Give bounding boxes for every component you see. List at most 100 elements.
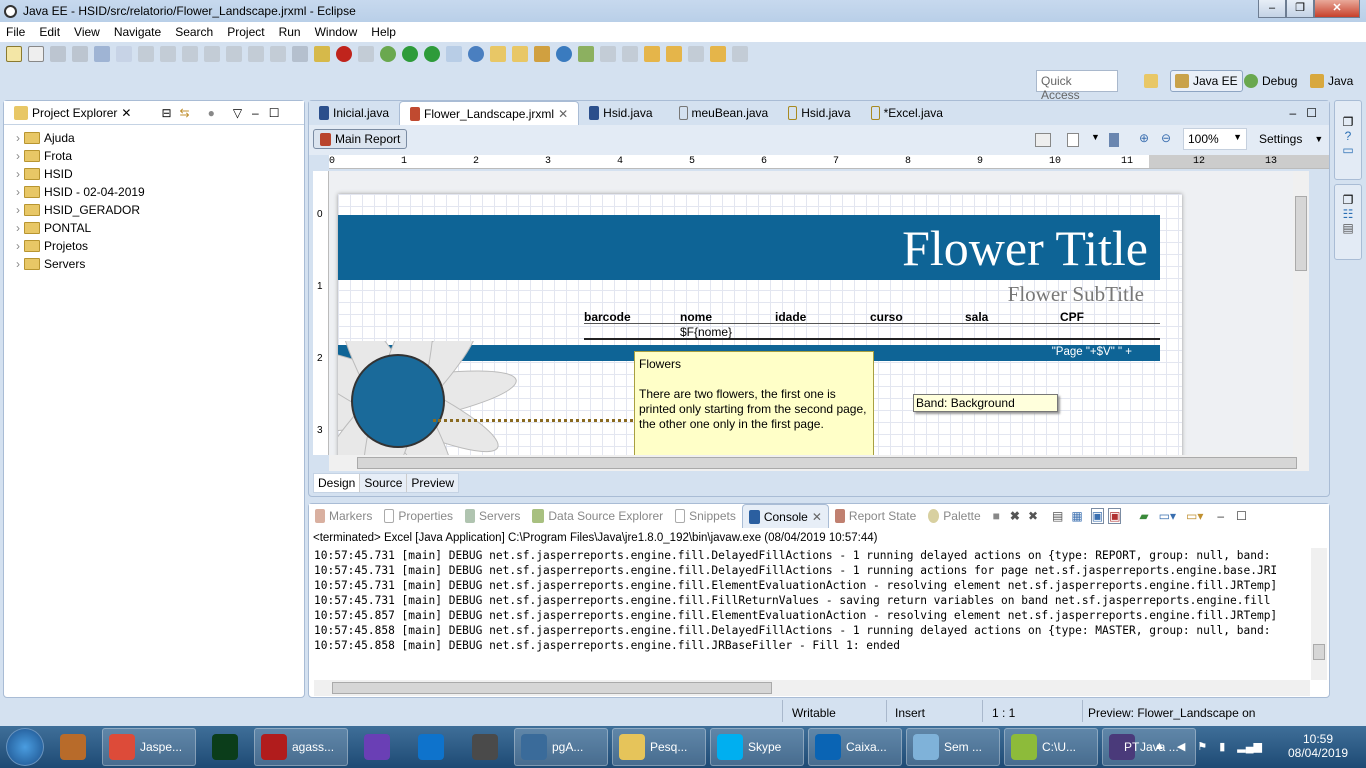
flower-image[interactable] <box>338 341 568 455</box>
new-icon[interactable] <box>6 46 22 62</box>
zoom-in-icon[interactable]: ⊕ <box>1139 131 1149 145</box>
open-perspective-button[interactable] <box>1140 70 1162 92</box>
tab-report-state[interactable]: Report State <box>829 504 922 528</box>
taskbar-item-vs[interactable] <box>352 728 402 766</box>
menu-help[interactable]: Help <box>371 25 396 39</box>
collapse-all-icon[interactable]: ⊟ <box>161 106 171 120</box>
menu-project[interactable]: Project <box>227 25 264 39</box>
report-title[interactable]: Flower Title <box>902 219 1148 277</box>
tab-markers[interactable]: Markers <box>309 504 378 528</box>
expand-arrow-icon[interactable]: › <box>16 221 20 235</box>
taskbar-item-sublime[interactable] <box>460 728 510 766</box>
link-editor-icon[interactable]: ⇆ <box>180 106 190 120</box>
datasource-icon[interactable] <box>1109 133 1119 147</box>
taskbar-item-media[interactable] <box>48 728 98 766</box>
minimize-editor-icon[interactable]: ‒ <box>1290 106 1297 120</box>
menu-navigate[interactable]: Navigate <box>114 25 161 39</box>
main-report-button[interactable]: Main Report <box>313 129 408 149</box>
menu-view[interactable]: View <box>74 25 100 39</box>
tree-item[interactable]: › PONTAL <box>16 219 304 237</box>
minimize-view-icon[interactable]: ‒ <box>252 106 259 120</box>
redo-icon[interactable] <box>732 46 748 62</box>
close-tab-icon[interactable]: ✕ <box>121 101 131 125</box>
column-header-cell[interactable]: nome <box>680 310 712 324</box>
bug-icon[interactable] <box>336 46 352 62</box>
editor-tab[interactable]: Hsid.java <box>579 101 662 125</box>
display-console-icon[interactable]: ▭▾ <box>1159 509 1176 523</box>
new-service-icon[interactable] <box>468 46 484 62</box>
tab-preview[interactable]: Preview <box>407 474 459 492</box>
tree-item[interactable]: › HSID_GERADOR <box>16 201 304 219</box>
debug-icon[interactable] <box>380 46 396 62</box>
restore-icon[interactable]: ❐ <box>1335 115 1361 129</box>
expand-arrow-icon[interactable]: › <box>16 257 20 271</box>
open-console-icon[interactable]: ▭▾ <box>1186 509 1203 523</box>
menu-window[interactable]: Window <box>315 25 358 39</box>
pin-console-icon[interactable]: ▰ <box>1139 509 1148 523</box>
terminate-icon[interactable] <box>182 46 198 62</box>
restore-icon[interactable]: ❐ <box>1335 193 1361 207</box>
console-vertical-scrollbar[interactable] <box>1311 548 1327 680</box>
taskbar-item-folder[interactable]: Pesq... <box>612 728 706 766</box>
flag-icon[interactable]: ⚑ <box>1197 740 1207 753</box>
help-icon[interactable]: ? <box>1335 129 1361 143</box>
outline-icon[interactable]: ▭ <box>1335 143 1361 157</box>
remove-launch-icon[interactable]: ✖ <box>1010 509 1020 523</box>
maximize-view-icon[interactable]: ☐ <box>269 106 280 120</box>
column-header-cell[interactable]: sala <box>965 310 988 324</box>
tree-item[interactable]: › Frota <box>16 147 304 165</box>
expand-arrow-icon[interactable]: › <box>16 167 20 181</box>
menu-edit[interactable]: Edit <box>39 25 60 39</box>
save-icon[interactable] <box>50 46 66 62</box>
volume-icon[interactable]: ◀ <box>1177 740 1185 753</box>
editor-tab[interactable]: Inicial.java <box>309 101 399 125</box>
next-annotation-icon[interactable] <box>600 46 616 62</box>
report-canvas[interactable]: 0 1 2 3 Flower Title Flower SubTitle bar… <box>313 171 1309 455</box>
terminate-icon[interactable]: ■ <box>993 509 1000 523</box>
step-return-icon[interactable] <box>270 46 286 62</box>
language-indicator[interactable]: PT <box>1124 740 1139 754</box>
title-band[interactable]: Flower Title <box>338 215 1160 280</box>
tree-item[interactable]: › Projetos <box>16 237 304 255</box>
tab-servers[interactable]: Servers <box>459 504 526 528</box>
tab-palette[interactable]: Palette <box>922 504 986 528</box>
expand-arrow-icon[interactable]: › <box>16 185 20 199</box>
editor-tab[interactable]: Hsid.java <box>778 101 860 125</box>
disconnect-icon[interactable] <box>204 46 220 62</box>
server-icon[interactable] <box>358 46 374 62</box>
maximize-button[interactable]: ❐ <box>1286 0 1314 18</box>
editor-tab[interactable]: *Excel.java <box>861 101 953 125</box>
editor-tab[interactable]: meuBean.java <box>669 101 779 125</box>
menu-search[interactable]: Search <box>175 25 213 39</box>
settings-button[interactable]: Settings ▼ <box>1259 132 1323 146</box>
perspective-java-ee[interactable]: Java EE <box>1170 70 1243 92</box>
close-button[interactable]: ✕ <box>1314 0 1360 18</box>
power-icon[interactable]: ▮ <box>1219 740 1225 753</box>
console-output[interactable]: 10:57:45.731 [main] DEBUG net.sf.jasperr… <box>314 548 1310 680</box>
expand-arrow-icon[interactable]: › <box>16 131 20 145</box>
column-header-cell[interactable]: CPF <box>1060 310 1084 324</box>
taskbar-item-dw[interactable] <box>200 728 250 766</box>
scroll-lock-icon[interactable]: ▦ <box>1071 509 1082 523</box>
taskbar-item-o[interactable]: Caixa... <box>808 728 902 766</box>
annotation-icon[interactable] <box>578 46 594 62</box>
taskbar-item-start[interactable] <box>6 728 44 766</box>
maximize-view-icon[interactable]: ☐ <box>1236 509 1247 523</box>
filter-icon[interactable]: ● <box>208 106 215 120</box>
editor-tab-active[interactable]: Flower_Landscape.jrxml ✕ <box>399 101 580 125</box>
show-stderr-icon[interactable]: ▣ <box>1108 508 1122 524</box>
taskbar-item-notepad[interactable]: Sem ... <box>906 728 1000 766</box>
remove-all-icon[interactable]: ✖ <box>1028 509 1038 523</box>
step-into-icon[interactable] <box>226 46 242 62</box>
outline-view-icon[interactable]: ▤ <box>1335 221 1361 235</box>
taskbar-item-chrome[interactable]: Jaspe... <box>102 728 196 766</box>
dropdown-icon[interactable]: ▼ <box>1091 132 1100 142</box>
minimize-view-icon[interactable]: ‒ <box>1217 509 1224 523</box>
perspective-debug[interactable]: Debug <box>1240 70 1301 92</box>
clear-console-icon[interactable]: ▤ <box>1052 509 1063 523</box>
minimize-button[interactable]: ‒ <box>1258 0 1286 18</box>
new-project-icon[interactable] <box>446 46 462 62</box>
taskbar-item-pgadmin[interactable]: pgA... <box>514 728 608 766</box>
console-horizontal-scrollbar[interactable] <box>314 680 1310 696</box>
tab-project-explorer[interactable]: Project Explorer ✕ <box>4 101 141 125</box>
